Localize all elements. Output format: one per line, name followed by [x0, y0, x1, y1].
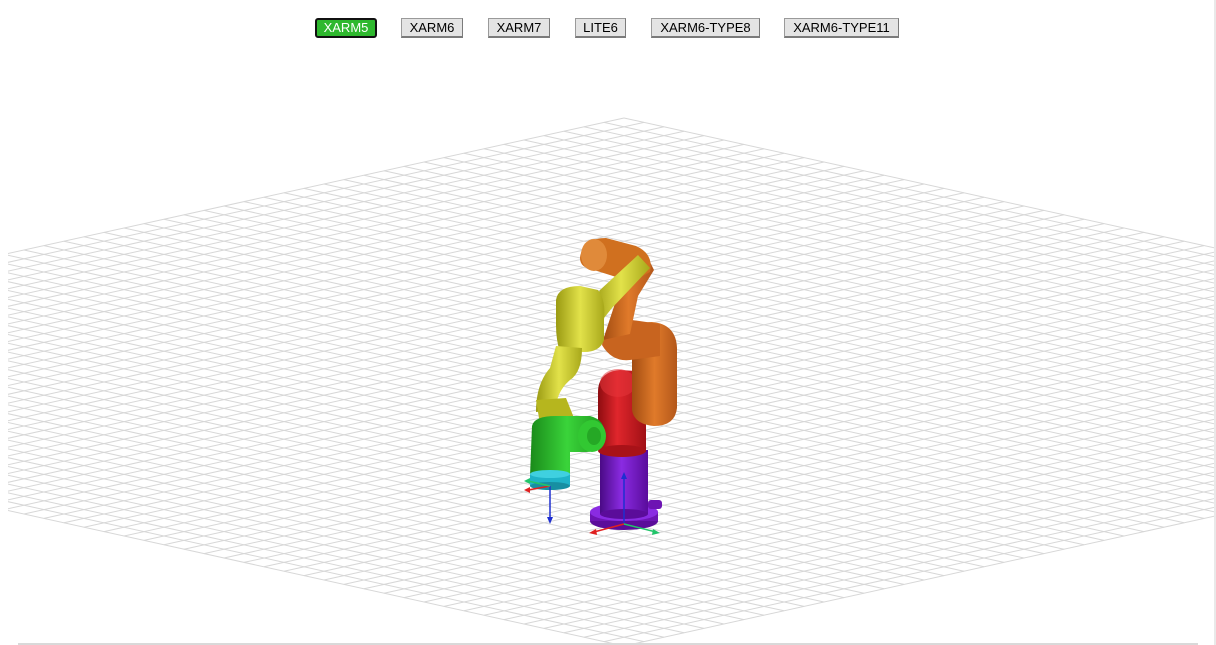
grid-line: [363, 174, 1214, 363]
grid-line: [623, 117, 1214, 249]
grid-line: [8, 205, 1025, 431]
grid-line: [263, 357, 1214, 568]
grid-line: [635, 515, 1214, 643]
grid-line: [8, 333, 1025, 559]
grid-line: [583, 498, 1214, 638]
app-root: XARM5 XARM6 XARM7 LITE6 XARM6-TYPE8 XARM6-TYP…: [0, 0, 1216, 645]
grid-line: [383, 170, 1214, 354]
grid-line: [243, 201, 1214, 416]
grid-line: [583, 126, 1214, 266]
grid-line: [8, 117, 625, 255]
grid-line: [8, 386, 905, 585]
model-button-xarm6[interactable]: XARM6: [401, 18, 463, 38]
grid-line: [8, 351, 985, 568]
model-button-xarm6-type11[interactable]: XARM6-TYPE11: [784, 18, 899, 38]
grid-line: [183, 214, 1214, 442]
robot-viewport-canvas[interactable]: [0, 0, 1216, 645]
grid-line: [303, 187, 1214, 390]
grid-line: [8, 509, 613, 643]
robot-link4-wrist[interactable]: [530, 416, 606, 476]
grid-line: [8, 240, 1185, 501]
grid-line: [183, 322, 1214, 550]
grid-line: [8, 179, 905, 378]
grid-line: [8, 404, 865, 594]
grid-line: [383, 410, 1214, 594]
grid-line: [503, 143, 1214, 302]
grid-line: [363, 401, 1214, 590]
grid-line: [223, 339, 1214, 559]
model-button-xarm5[interactable]: XARM5: [315, 18, 377, 38]
model-button-xarm7[interactable]: XARM7: [488, 18, 550, 38]
model-button-lite6[interactable]: LITE6: [575, 18, 626, 38]
grid-line: [263, 196, 1214, 407]
model-button-xarm6-type8[interactable]: XARM6-TYPE8: [651, 18, 760, 38]
grid-line: [243, 348, 1214, 563]
model-selector-toolbar: XARM5 XARM6 XARM7 LITE6 XARM6-TYPE8 XARM6-TYP…: [0, 18, 1216, 40]
grid-line: [8, 196, 985, 413]
grid-line: [8, 170, 865, 360]
grid-line: [303, 374, 1214, 577]
grid-line: [223, 205, 1214, 425]
